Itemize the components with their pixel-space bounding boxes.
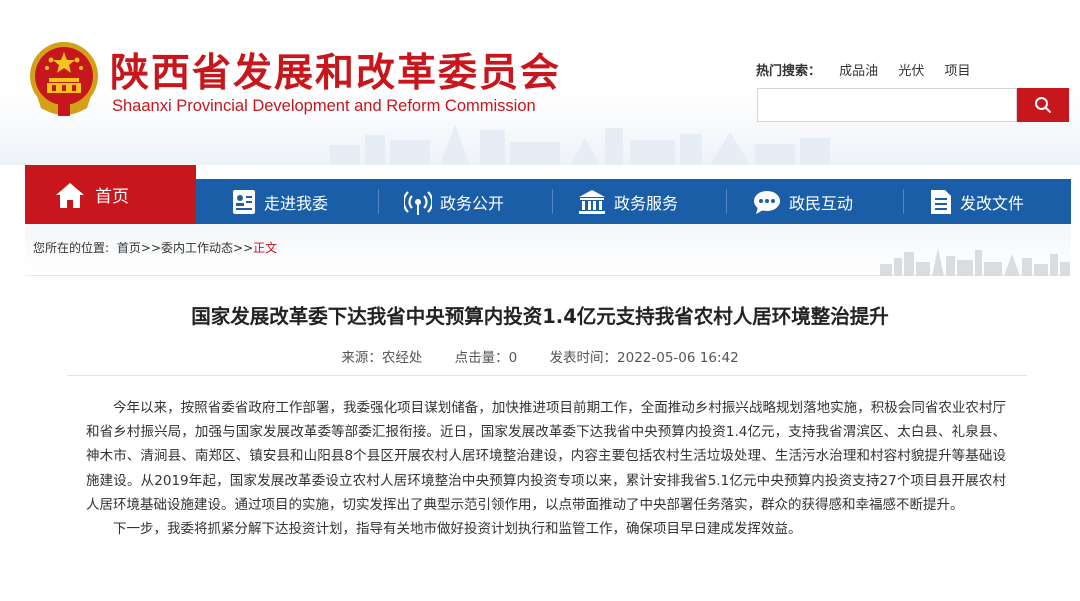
nav-divider (552, 189, 553, 214)
breadcrumb-separator: >> (140, 241, 161, 255)
nav-home[interactable]: 首页 (25, 165, 196, 224)
nav-item-interaction[interactable]: 政民互动 (753, 179, 853, 224)
nav-item-documents[interactable]: 发改文件 (930, 179, 1024, 224)
divider (67, 375, 1027, 376)
nav-item-about[interactable]: 走进我委 (232, 179, 328, 224)
skyline-decoration (330, 125, 830, 165)
hot-search-label: 热门搜索： (756, 64, 822, 79)
nav-item-label: 发改文件 (960, 193, 1025, 213)
breadcrumb-home[interactable]: 首页 (117, 241, 141, 255)
breadcrumb-current: 正文 (253, 241, 278, 255)
broadcast-icon (404, 190, 432, 215)
nav-item-government-services[interactable]: 政务服务 (578, 179, 678, 224)
chat-bubble-icon (754, 190, 780, 214)
article-meta: 来源：农经处 点击量：0 发表时间：2022-05-06 16:42 (0, 346, 1080, 366)
nav-item-label: 政民互动 (789, 193, 854, 213)
article-paragraph: 今年以来，按照省委省政府工作部署，我委强化项目谋划储备，加快推进项目前期工作，全… (86, 400, 1006, 513)
home-icon (56, 182, 84, 208)
article-published: 发表时间：2022-05-06 16:42 (549, 350, 739, 366)
article-clicks: 点击量：0 (454, 350, 518, 366)
article-title: 国家发展改革委下达我省中央预算内投资1.4亿元支持我省农村人居环境整治提升 (191, 305, 889, 328)
breadcrumb: 您所在的位置: 首页>>委内工作动态>>正文 (33, 239, 277, 256)
hot-search-item[interactable]: 项目 (944, 64, 970, 79)
search-input[interactable] (757, 88, 1017, 122)
breadcrumb-separator: >> (233, 241, 254, 255)
article-body: 今年以来，按照省委省政府工作部署，我委强化项目谋划储备，加快推进项目前期工作，全… (86, 396, 1006, 541)
search-icon (1035, 97, 1051, 113)
nav-home-label: 首页 (95, 187, 129, 207)
nav-item-public-affairs[interactable]: 政务公开 (404, 179, 504, 224)
breadcrumb-section[interactable]: 委内工作动态 (161, 241, 233, 255)
nav-item-label: 政务公开 (440, 193, 505, 213)
site-title-cn: 陕西省发展和改革委员会 (110, 51, 562, 96)
nav-item-label: 政务服务 (614, 193, 679, 213)
government-building-icon (579, 189, 605, 214)
search-button[interactable] (1017, 88, 1069, 122)
id-card-icon (233, 189, 255, 214)
breadcrumb-prefix: 您所在的位置: (33, 241, 110, 255)
document-icon (931, 189, 951, 214)
nav-divider (726, 189, 727, 214)
article-source: 来源：农经处 (341, 350, 423, 366)
skyline-decoration (880, 248, 1070, 276)
site-title-en: Shaanxi Provincial Development and Refor… (112, 97, 536, 115)
national-emblem-icon (30, 42, 98, 116)
nav-item-label: 走进我委 (264, 193, 329, 213)
nav-divider (378, 189, 379, 214)
nav-divider (903, 189, 904, 214)
hot-search-item[interactable]: 成品油 (839, 64, 878, 79)
hot-search-item[interactable]: 光伏 (898, 64, 924, 79)
article-paragraph: 下一步，我委将抓紧分解下达投资计划，指导有关地市做好投资计划执行和监管工作，确保… (113, 521, 802, 538)
hot-search: 热门搜索： 成品油 光伏 项目 (756, 60, 978, 79)
